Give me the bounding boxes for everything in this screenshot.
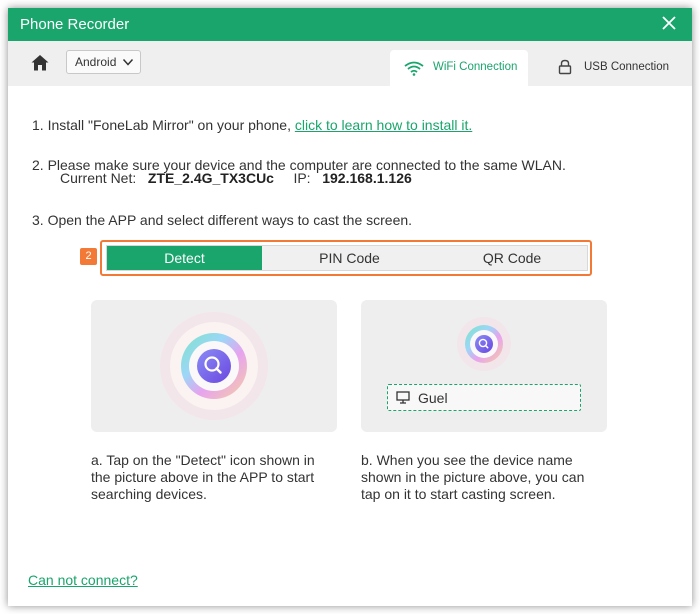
- segment-qr-code[interactable]: QR Code: [437, 246, 587, 270]
- close-icon[interactable]: [660, 14, 678, 32]
- tab-usb-label: USB Connection: [584, 61, 670, 73]
- wifi-icon: [404, 61, 424, 76]
- chevron-down-icon: [122, 58, 134, 66]
- home-icon[interactable]: [30, 53, 50, 73]
- lock-icon: [558, 59, 572, 75]
- current-net-label: Current Net:: [60, 170, 137, 186]
- platform-label: Android: [75, 55, 117, 69]
- monitor-icon: [396, 391, 410, 404]
- tab-wifi-label: WiFi Connection: [433, 61, 518, 73]
- toolbar: Android WiFi Connection USB Connection: [8, 41, 692, 86]
- tab-wifi-connection[interactable]: WiFi Connection: [390, 50, 528, 86]
- ip-label: IP:: [293, 170, 311, 186]
- detect-rainbow-icon: [160, 312, 268, 420]
- device-list-illustration-card: Guel: [361, 300, 607, 432]
- cannot-connect-link[interactable]: Can not connect?: [28, 572, 138, 588]
- current-net-value: ZTE_2.4G_TX3CUc: [147, 170, 274, 186]
- segment-pin-code[interactable]: PIN Code: [262, 246, 437, 270]
- phone-recorder-window: Phone Recorder Android WiFi Connection U…: [8, 8, 692, 606]
- window-title: Phone Recorder: [20, 16, 130, 33]
- ip-value: 192.168.1.126: [322, 170, 412, 186]
- step-1-text: 1. Install "FoneLab Mirror" on your phon…: [32, 117, 291, 133]
- wifi-connection-panel: 1. Install "FoneLab Mirror" on your phon…: [8, 86, 692, 606]
- device-name: Guel: [418, 390, 448, 406]
- step-1: 1. Install "FoneLab Mirror" on your phon…: [32, 117, 472, 133]
- detect-search-icon: [457, 317, 511, 371]
- step-badge: 2: [80, 248, 97, 265]
- detect-instruction-text: a. Tap on the "Detect" icon shown in the…: [91, 452, 315, 502]
- device-name-instruction-text: b. When you see the device name shown in…: [361, 452, 585, 502]
- install-guide-link[interactable]: click to learn how to install it.: [295, 117, 472, 133]
- tab-usb-connection[interactable]: USB Connection: [538, 50, 692, 86]
- step-3-text: 3. Open the APP and select different way…: [32, 212, 413, 228]
- segment-detect[interactable]: Detect: [107, 246, 262, 270]
- network-info: Current Net: ZTE_2.4G_TX3CUc IP: 192.168…: [60, 170, 412, 186]
- cast-method-segmented-control: Detect PIN Code QR Code: [106, 245, 588, 271]
- detect-illustration-card: [91, 300, 337, 432]
- title-bar: Phone Recorder: [8, 8, 692, 41]
- platform-dropdown[interactable]: Android: [66, 50, 141, 74]
- device-item-guel[interactable]: Guel: [387, 384, 581, 411]
